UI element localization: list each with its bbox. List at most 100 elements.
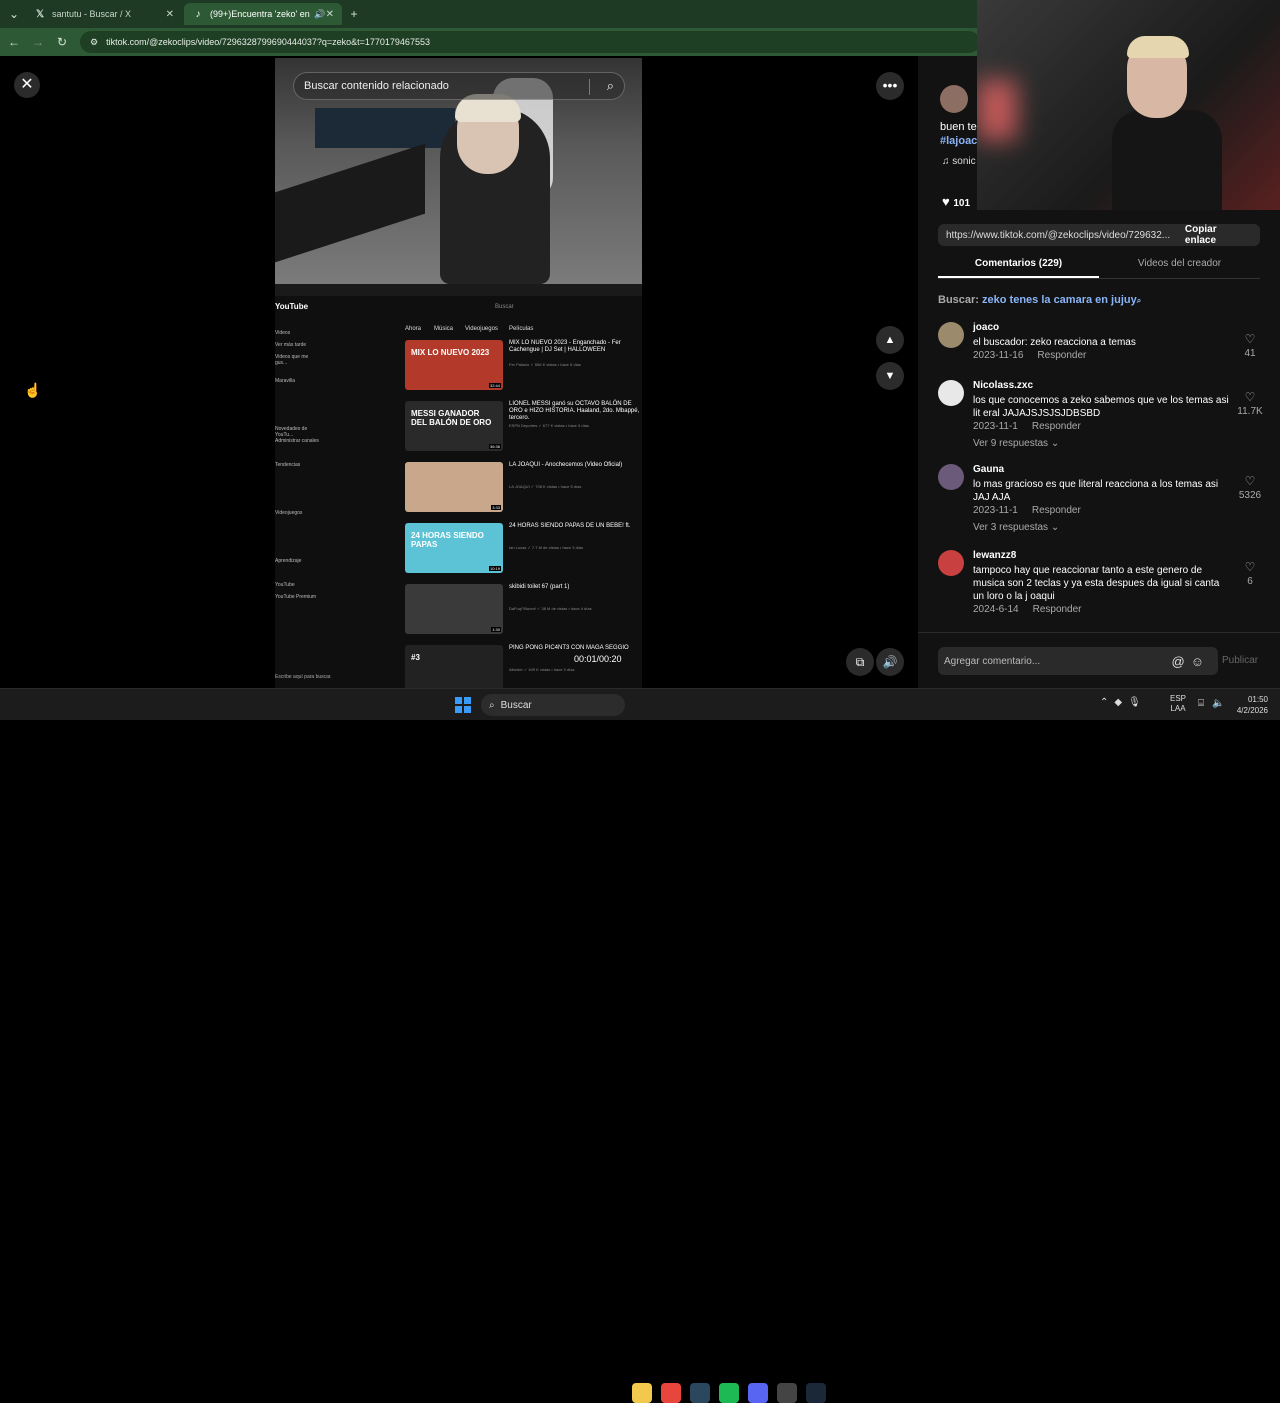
close-tab-icon[interactable]: ✕ <box>166 9 174 20</box>
comment-username[interactable]: lewanzz8 <box>973 550 1016 561</box>
share-link-url[interactable]: https://www.tiktok.com/@zekoclips/video/… <box>946 230 1173 241</box>
youtube-video-meta: Ian Lucas ✓ 7.7 M de vistas • hace 3 día… <box>509 545 584 550</box>
clock[interactable]: 01:50 4/2/2026 <box>1228 694 1268 716</box>
reply-button[interactable]: Responder <box>1037 350 1086 361</box>
youtube-video-meta: Albeder ✓ 409 K vistas • hace 3 días <box>509 667 575 672</box>
back-icon[interactable]: ← <box>6 34 22 50</box>
copy-link-button[interactable]: Copiar enlace <box>1173 224 1260 246</box>
legs-shape <box>275 143 425 263</box>
comment-text: el buscador: zeko reacciona a temas <box>973 337 1136 348</box>
reload-icon[interactable]: ↻ <box>54 34 70 50</box>
site-info-icon[interactable]: ⚙ <box>90 37 98 48</box>
youtube-video-row: MIX LO NUEVO 2023 32:44 MIX LO NUEVO 2023 … <box>405 340 642 396</box>
steam-alt-icon[interactable] <box>806 1383 826 1403</box>
speaker-icon[interactable]: 🔊 <box>314 9 325 20</box>
youtube-video-list: MIX LO NUEVO 2023 32:44 MIX LO NUEVO 2023 … <box>275 296 642 688</box>
avatar[interactable] <box>938 464 964 490</box>
monitor-shape <box>315 108 455 148</box>
youtube-video-row: MESSI GANADOR DEL BALÓN DE ORO 36:36 LIONE… <box>405 401 642 457</box>
mouse-cursor-icon: ☝ <box>24 382 42 398</box>
music-link[interactable]: ♫ sonic <box>942 156 976 167</box>
comment-composer: Agregar comentario... @☺ Publicar <box>918 632 1280 688</box>
recorded-taskbar-strip <box>275 284 642 296</box>
red-light-shape <box>977 80 1017 140</box>
youtube-video-meta: DaFuq!?Boom! ✓ 38 M de vistas • hace 4 d… <box>509 606 592 611</box>
comment-username[interactable]: joaco <box>973 322 999 333</box>
tab-list-button[interactable]: ⌄ <box>6 6 22 22</box>
reply-button[interactable]: Responder <box>1032 505 1081 516</box>
browser-tab-tiktok[interactable]: ♪ (99+)Encuentra 'zeko' en Ti 🔊 ✕ <box>184 3 342 25</box>
view-replies-button[interactable]: Ver 3 respuestas ⌄ <box>973 522 1059 533</box>
heart-icon[interactable]: ♡ <box>1244 390 1256 404</box>
mic-icon[interactable]: 🎙 <box>1128 697 1147 708</box>
reply-button[interactable]: Responder <box>1032 421 1081 432</box>
windows-start-icon[interactable] <box>455 697 471 713</box>
mention-icon[interactable]: @ <box>1172 654 1191 669</box>
avatar[interactable] <box>938 550 964 576</box>
picture-in-picture-icon[interactable]: ⧉ <box>846 648 874 676</box>
close-video-button[interactable]: ✕ <box>14 72 40 98</box>
obs-icon[interactable] <box>777 1383 797 1403</box>
language-indicator[interactable]: ESP LAA <box>1170 694 1186 714</box>
system-tray[interactable]: ⌃◆🎙 <box>1100 697 1147 708</box>
tab-label: santutu - Buscar / X <box>52 9 132 19</box>
youtube-video-row: 3:33 LA JOAQUI - Anochecemos (Video Ofici… <box>405 462 642 518</box>
comment-like-count: 6 <box>1247 576 1253 587</box>
comment-username[interactable]: Gauna <box>973 464 1004 475</box>
more-options-icon[interactable]: ••• <box>876 72 904 100</box>
video-duration: 36:36 <box>488 444 501 449</box>
video-player[interactable]: YouTube Buscar Ahora Música Videojuegos … <box>275 58 642 688</box>
related-search-input[interactable]: Buscar contenido relacionado ⌕ <box>293 72 625 100</box>
heart-icon[interactable]: ♡ <box>1244 474 1256 488</box>
comment-like-count: 41 <box>1244 348 1256 359</box>
youtube-video-title: skibidi toilet 67 (part 1) <box>509 584 570 590</box>
search-icon[interactable]: ⌕ <box>607 78 614 94</box>
new-tab-button[interactable]: + <box>346 6 362 22</box>
search-prefix: Buscar: <box>938 294 979 306</box>
spotify-icon[interactable] <box>719 1383 739 1403</box>
tab-creator-videos[interactable]: Videos del creador <box>1099 258 1260 278</box>
heart-icon[interactable]: ♡ <box>1244 560 1256 574</box>
view-replies-button[interactable]: Ver 9 respuestas ⌄ <box>973 438 1059 449</box>
network-icon[interactable]: ⌸ <box>1198 698 1204 709</box>
comment-username[interactable]: Nicolass.zxc <box>973 380 1033 391</box>
heart-icon[interactable]: ♡ <box>1244 332 1256 346</box>
like-count-button[interactable]: ♥ 101 <box>942 194 970 209</box>
share-link-box: https://www.tiktok.com/@zekoclips/video/… <box>938 224 1260 246</box>
close-tab-icon[interactable]: ✕ <box>326 9 334 20</box>
search-suggestion[interactable]: Buscar: zeko tenes la camara en jujuy⌕ <box>938 294 1141 306</box>
browser-tab-x[interactable]: 𝕏 santutu - Buscar / X ✕ <box>26 3 182 25</box>
comment-date: 2024-6-14 <box>973 604 1019 615</box>
tab-comments[interactable]: Comentarios (229) <box>938 258 1099 278</box>
chrome-icon[interactable] <box>661 1383 681 1403</box>
clock-date: 4/2/2026 <box>1236 706 1268 715</box>
defender-icon[interactable]: ◆ <box>1114 697 1128 708</box>
search-placeholder: Buscar contenido relacionado <box>304 80 449 92</box>
volume-icon[interactable]: 🔊 <box>876 648 904 676</box>
avatar[interactable] <box>938 322 964 348</box>
reply-button[interactable]: Responder <box>1033 604 1082 615</box>
steam-icon[interactable] <box>690 1383 710 1403</box>
video-duration: 3:33 <box>491 505 501 510</box>
file-explorer-icon[interactable] <box>632 1383 652 1403</box>
forward-icon[interactable]: → <box>30 34 46 50</box>
next-video-icon[interactable]: ▼ <box>876 362 904 390</box>
music-note-icon: ♫ <box>942 156 953 167</box>
youtube-video-meta: LA JOAQUI ✓ 708 K vistas • hace 5 días <box>509 484 582 489</box>
comment-input[interactable]: Agregar comentario... @☺ <box>938 647 1218 675</box>
post-comment-button[interactable]: Publicar <box>1222 647 1258 675</box>
url-text: tiktok.com/@zekoclips/video/729632879969… <box>106 37 430 47</box>
chevron-up-icon[interactable]: ⌃ <box>1100 697 1114 708</box>
description-hashtag[interactable]: #lajoac <box>940 134 977 148</box>
avatar[interactable] <box>938 380 964 406</box>
address-bar[interactable]: ⚙ tiktok.com/@zekoclips/video/7296328799… <box>80 31 980 53</box>
creator-avatar[interactable] <box>940 85 968 113</box>
youtube-thumbnail: 3:33 <box>405 462 503 512</box>
emoji-icon[interactable]: ☺ <box>1191 654 1210 669</box>
previous-video-icon[interactable]: ▲ <box>876 326 904 354</box>
volume-tray-icon[interactable]: 🔈 <box>1212 698 1224 709</box>
lang-layout: LAA <box>1170 704 1186 713</box>
discord-icon[interactable] <box>748 1383 768 1403</box>
recorded-windows-search: Escribe aquí para buscar. <box>275 674 332 680</box>
taskbar-search[interactable]: ⌕ Buscar <box>481 694 625 716</box>
